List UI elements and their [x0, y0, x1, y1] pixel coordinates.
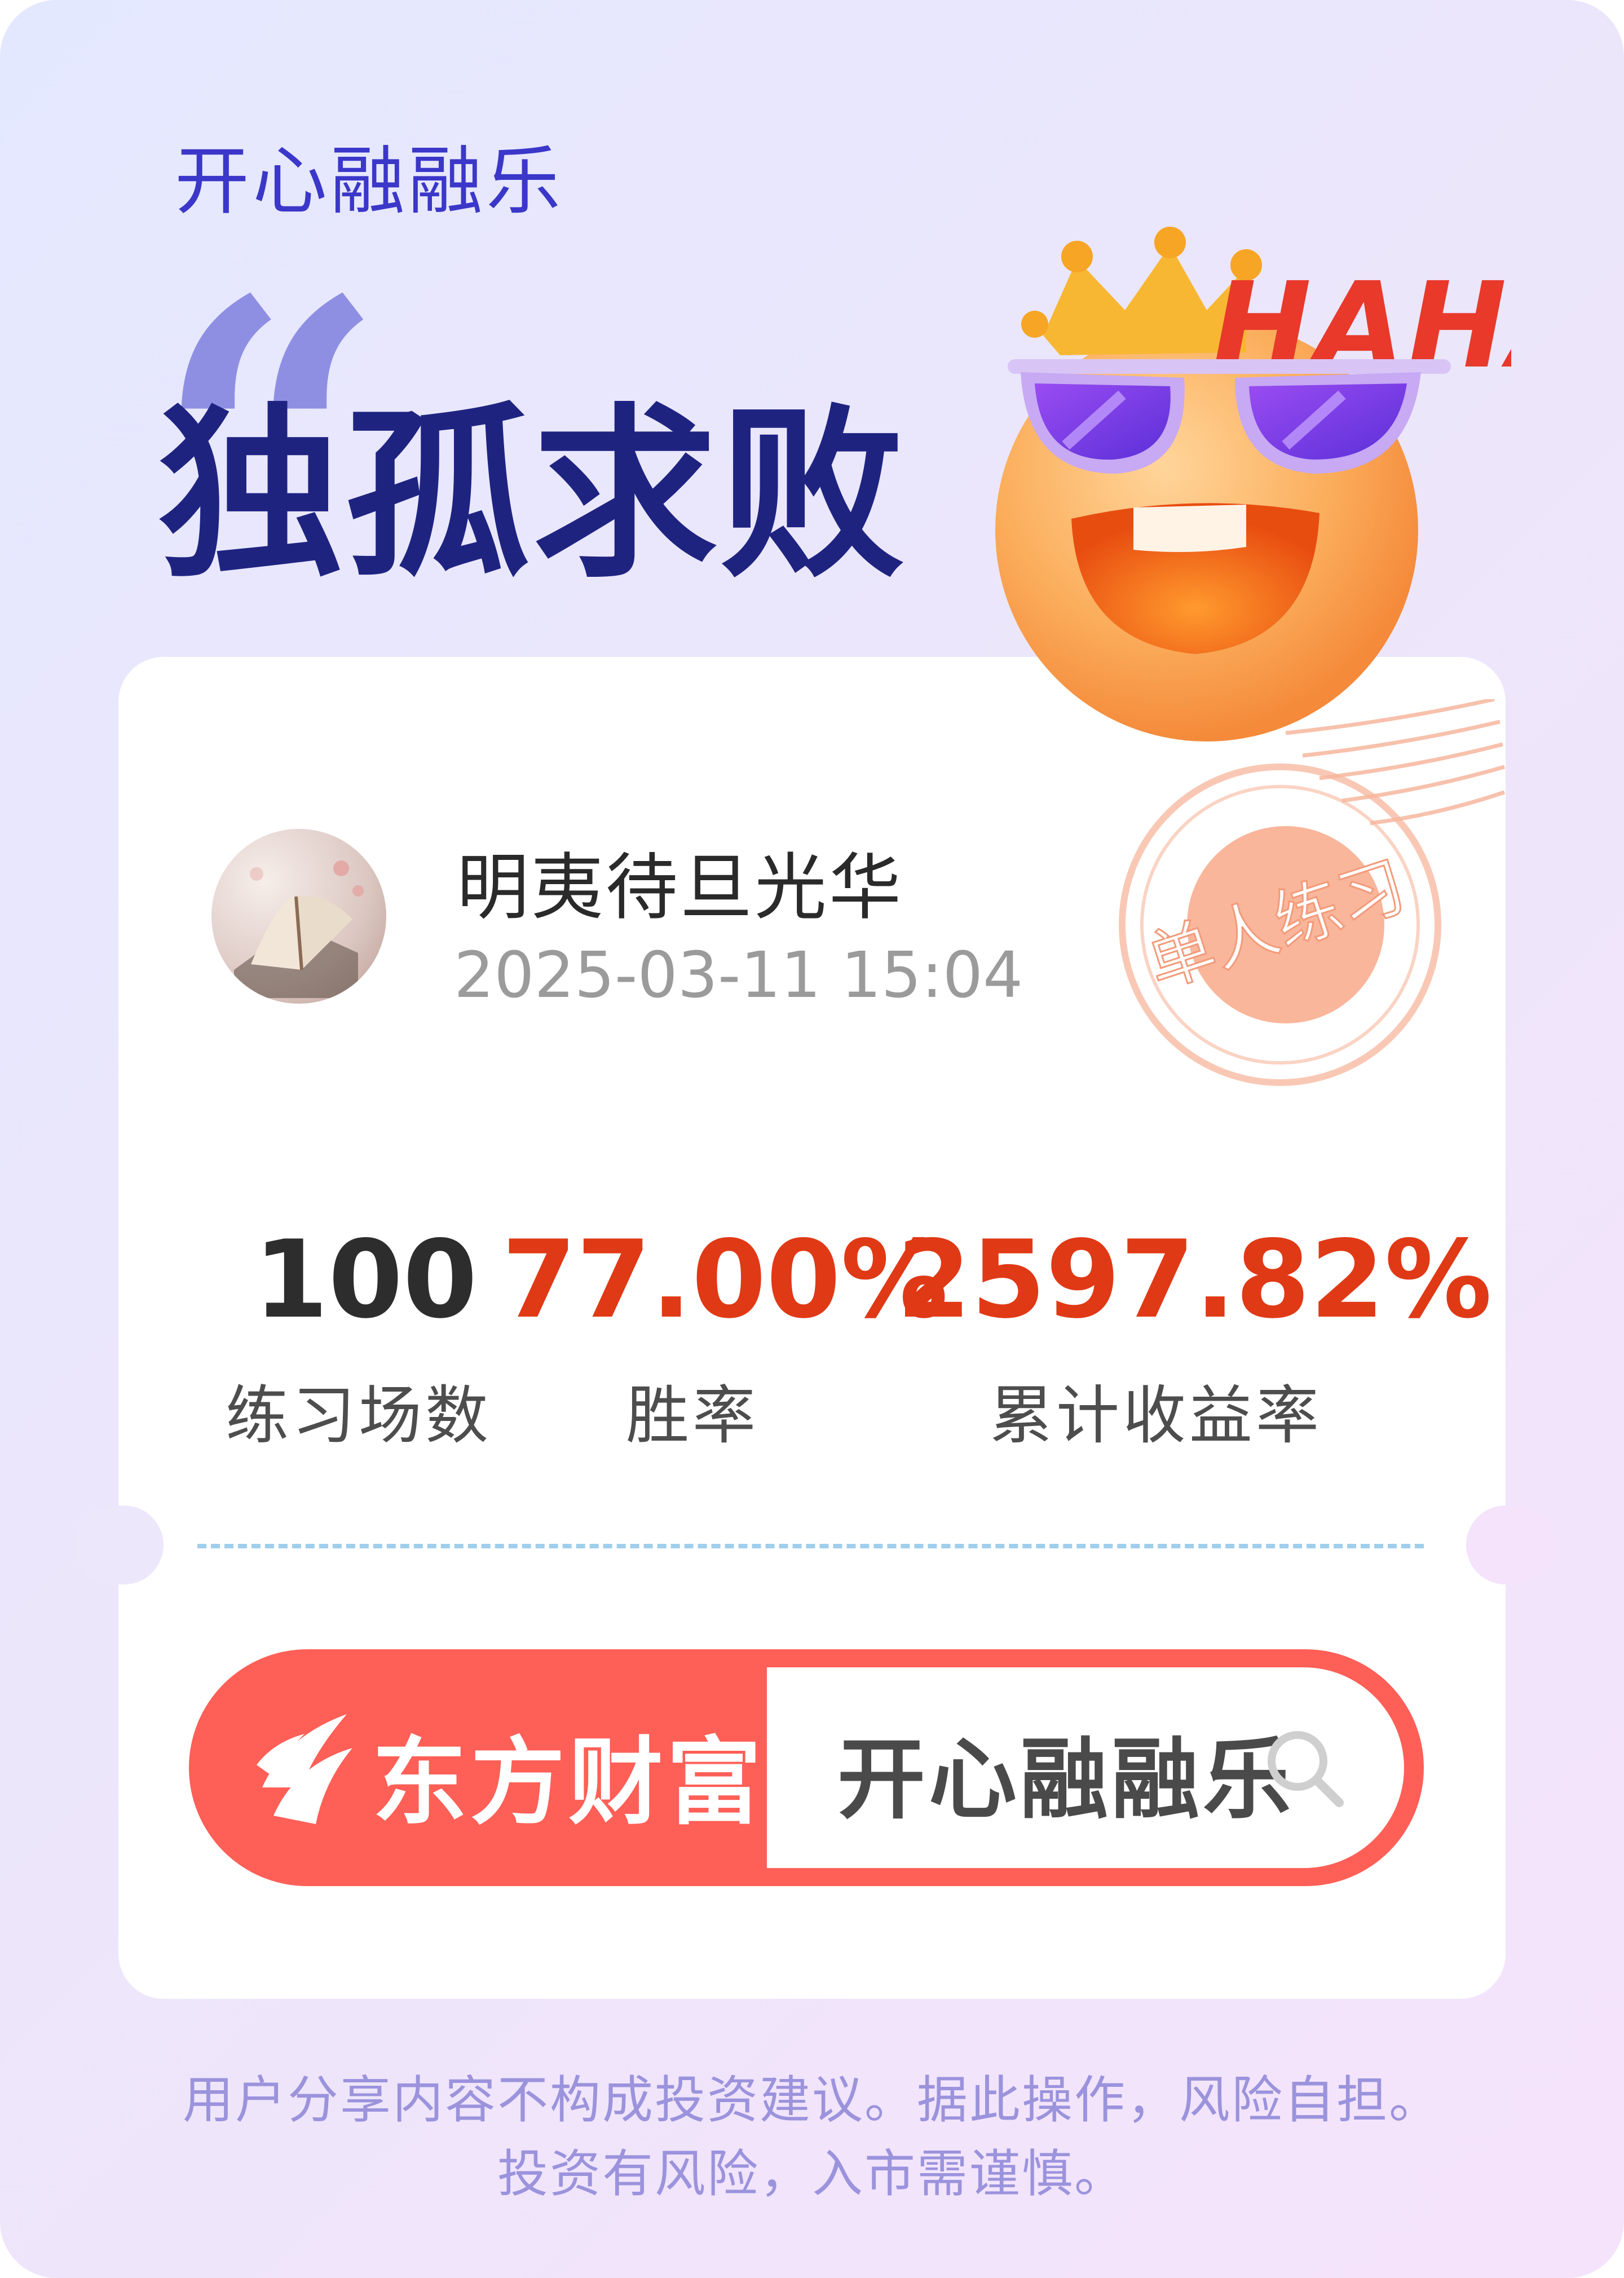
- brand-name: 东方财富: [372, 1727, 765, 1838]
- achievement-title: 独孤求败: [158, 388, 907, 603]
- share-card: 开心融融乐 “ 独孤求败 单人练习 HAH 明夷待旦光华 2025-03-11 …: [0, 0, 1624, 2278]
- stat-games-value: 100: [254, 1217, 478, 1342]
- stat-return-value: 2597.82%: [897, 1217, 1492, 1342]
- disclaimer-line-1: 用户分享内容不构成投资建议。据此操作，风险自担。: [183, 2070, 1441, 2130]
- search-bar[interactable]: 东方财富 开心融融乐: [189, 1649, 1424, 1886]
- disclaimer-line-2: 投资有风险，入市需谨慎。: [497, 2144, 1127, 2204]
- stat-winrate-label: 胜率: [626, 1379, 759, 1453]
- book-avatar-icon: [234, 860, 364, 998]
- ticket-notch-right: [1466, 1506, 1556, 1584]
- search-icon[interactable]: [1260, 1724, 1351, 1814]
- eastmoney-logo-icon: [257, 1714, 352, 1824]
- search-input[interactable]: 开心融融乐: [767, 1667, 1404, 1868]
- stat-winrate-value: 77.00%: [502, 1217, 948, 1342]
- ticket-notch-left: [73, 1506, 164, 1584]
- stat-games-label: 练习场数: [226, 1379, 492, 1453]
- laughing-emoji-icon: HAHA: [995, 227, 1511, 741]
- user-avatar[interactable]: [211, 829, 386, 1004]
- disclaimer: 用户分享内容不构成投资建议。据此操作，风险自担。 投资有风险，入市需谨慎。: [0, 2064, 1624, 2211]
- search-query: 开心融融乐: [837, 1728, 1294, 1831]
- brand-section: 东方财富: [189, 1649, 767, 1886]
- dashed-divider: [197, 1544, 1424, 1548]
- share-timestamp: 2025-03-11 15:04: [454, 939, 1023, 1012]
- stamp-icon: 单人练习: [1119, 699, 1506, 1086]
- user-name: 明夷待旦光华: [457, 846, 904, 930]
- stat-return-label: 累计收益率: [990, 1379, 1322, 1453]
